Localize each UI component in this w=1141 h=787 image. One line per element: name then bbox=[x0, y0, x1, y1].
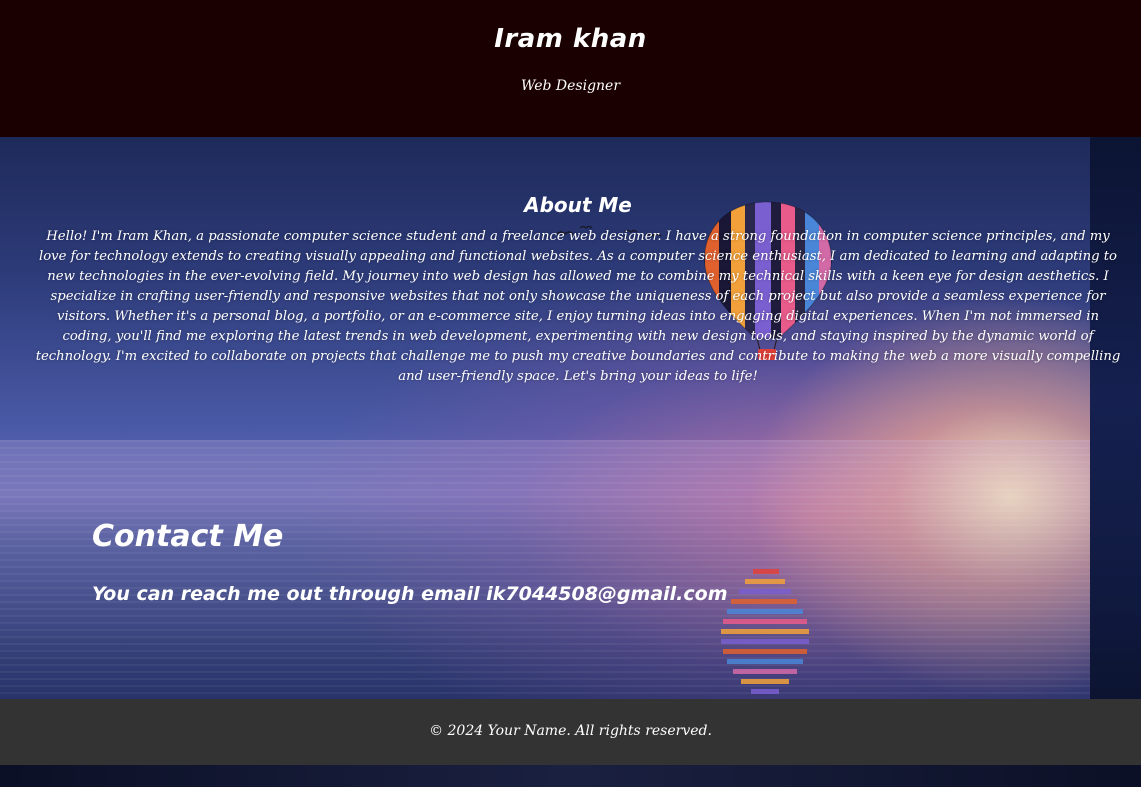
about-section: About Me Hello! I'm Iram Khan, a passion… bbox=[32, 193, 1124, 387]
background-image-bottom bbox=[0, 765, 1141, 787]
page: Iram khan Web Designer About Me Hello! I… bbox=[0, 0, 1141, 787]
contact-heading: Contact Me bbox=[92, 519, 284, 554]
contact-section: Contact Me You can reach me out through … bbox=[92, 515, 992, 609]
site-title: Iram khan bbox=[494, 24, 647, 54]
footer-copyright: © 2024 Your Name. All rights reserved. bbox=[429, 723, 712, 739]
contact-email-link[interactable]: ik7044508@gmail.com bbox=[486, 583, 727, 605]
contact-text-prefix: You can reach me out through email bbox=[92, 583, 487, 605]
about-heading: About Me bbox=[524, 193, 632, 217]
site-subtitle: Web Designer bbox=[520, 78, 621, 94]
site-header: Iram khan Web Designer bbox=[0, 0, 1141, 137]
contact-text: You can reach me out through email ik704… bbox=[92, 579, 992, 609]
site-footer: © 2024 Your Name. All rights reserved. bbox=[0, 699, 1141, 765]
about-text: Hello! I'm Iram Khan, a passionate compu… bbox=[35, 229, 1121, 384]
